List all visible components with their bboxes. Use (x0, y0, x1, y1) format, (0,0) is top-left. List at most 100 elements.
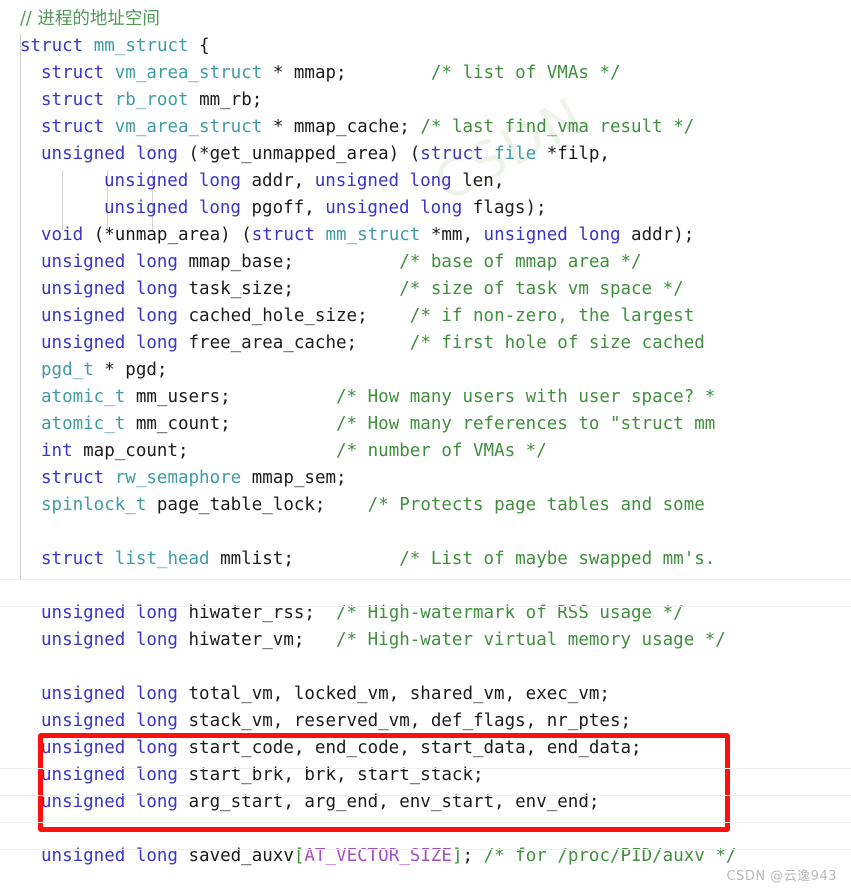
code-token-pln: task_size; (177, 279, 294, 299)
code-token-pln (104, 63, 115, 83)
code-token-pln: { (188, 36, 210, 56)
code-token-pln (347, 63, 431, 83)
code-token-kw: unsigned long (41, 630, 178, 650)
code-token-kw: int (41, 441, 73, 461)
code-token-pln (294, 252, 399, 272)
code-token-pln (484, 144, 495, 164)
code-token-kw: unsigned long (41, 738, 178, 758)
code-token-pln (104, 117, 115, 137)
code-line: unsigned long mmap_base; /* base of mmap… (41, 249, 851, 276)
code-token-com: /* List of maybe swapped mm's. (399, 549, 716, 569)
row-separator (0, 606, 851, 607)
code-token-pln: *filp, (536, 144, 610, 164)
row-separator (0, 768, 851, 769)
code-token-typ: vm_area_struct (114, 117, 263, 137)
code-token-com: /* size of task vm space */ (399, 279, 684, 299)
code-line: unsigned long cached_hole_size; /* if no… (41, 303, 851, 330)
code-token-pln: * pgd; (93, 360, 168, 380)
code-token-pln (325, 495, 367, 515)
code-line: unsigned long free_area_cache; /* first … (41, 330, 851, 357)
code-token-com: /* Protects page tables and some (367, 495, 705, 515)
code-token-com: /* base of mmap area */ (399, 252, 642, 272)
code-token-typ: atomic_t (41, 414, 126, 434)
code-line: unsigned long start_code, end_code, star… (41, 735, 851, 762)
code-token-pln: addr); (620, 225, 695, 245)
code-token-pln (304, 630, 336, 650)
code-token-pln (189, 441, 337, 461)
code-line: unsigned long hiwater_vm; /* High-water … (41, 627, 851, 654)
code-token-pln (294, 549, 399, 569)
code-token-com: /* How many references to "struct mm (336, 414, 716, 434)
code-token-pln (104, 468, 115, 488)
code-token-pln: (*unmap_area) ( (83, 225, 252, 245)
code-line: unsigned long hiwater_rss; /* High-water… (41, 600, 851, 627)
code-token-kw: struct (41, 90, 105, 110)
code-token-pln (231, 414, 336, 434)
code-line: atomic_t mm_count; /* How many reference… (41, 411, 851, 438)
code-token-pln: free_area_cache; (177, 333, 358, 353)
code-token-pln: len, (451, 171, 505, 191)
code-token-typ: mm_struct (325, 225, 421, 245)
code-token-pln: *mm, (420, 225, 484, 245)
code-token-com: /* if non-zero, the largest (409, 306, 695, 326)
code-listing: CSDN // 进程的地址空间 struct mm_struct {struct … (0, 0, 851, 894)
code-token-kw: struct (41, 117, 105, 137)
code-token-pln: * mmap_cache; (262, 117, 410, 137)
code-token-pln (368, 306, 410, 326)
code-token-pln (83, 36, 94, 56)
code-token-typ: mm_struct (93, 36, 189, 56)
code-token-kw: unsigned long (41, 144, 178, 164)
code-token-com: /* list of VMAs */ (430, 63, 621, 83)
code-token-pln: mm_rb; (188, 90, 263, 110)
code-token-kw: void (41, 225, 84, 245)
code-token-pln: mmlist; (209, 549, 294, 569)
indent-guide-level-0 (20, 34, 21, 580)
row-separator (0, 579, 851, 580)
code-token-pln: total_vm, locked_vm, shared_vm, exec_vm; (177, 684, 610, 704)
code-line: struct mm_struct { (20, 33, 851, 60)
code-token-kw: unsigned long (104, 198, 241, 218)
code-line: struct vm_area_struct * mmap; /* list of… (41, 60, 851, 87)
code-token-pln: mmap_sem; (241, 468, 347, 488)
code-token-typ: rb_root (114, 90, 189, 110)
code-token-kw: struct (420, 144, 484, 164)
code-token-kw: unsigned long (325, 198, 463, 218)
code-token-pln: mmap_base; (177, 252, 294, 272)
code-line: unsigned long stack_vm, reserved_vm, def… (41, 708, 851, 735)
row-separator (0, 795, 851, 796)
code-token-kw: unsigned long (41, 333, 178, 353)
code-token-com: /* How many users with user space? * (336, 387, 716, 407)
indent-guide-level-1 (62, 170, 63, 230)
code-token-typ: vm_area_struct (114, 63, 263, 83)
code-token-typ: list_head (114, 549, 210, 569)
code-line: struct vm_area_struct * mmap_cache; /* l… (41, 114, 851, 141)
code-token-pln: hiwater_vm; (177, 630, 305, 650)
code-line: struct rb_root mm_rb; (41, 87, 851, 114)
code-token-kw: unsigned long (104, 171, 241, 191)
code-token-pln (104, 549, 115, 569)
code-line: int map_count; /* number of VMAs */ (41, 438, 851, 465)
code-token-com: /* first hole of size cached (409, 333, 705, 353)
code-line: unsigned long pgoff, unsigned long flags… (104, 195, 851, 222)
code-token-typ: atomic_t (41, 387, 126, 407)
code-token-kw: unsigned long (483, 225, 621, 245)
code-token-kw: struct (251, 225, 315, 245)
code-token-pln (315, 225, 326, 245)
code-token-typ: file (494, 144, 537, 164)
code-token-kw: struct (41, 63, 105, 83)
code-line: unsigned long (*get_unmapped_area) (stru… (41, 141, 851, 168)
code-line: spinlock_t page_table_lock; /* Protects … (41, 492, 851, 519)
code-token-kw: unsigned long (41, 684, 178, 704)
code-token-pln: pgoff, (240, 198, 326, 218)
code-token-pln: * mmap; (262, 63, 347, 83)
code-token-pln (410, 117, 421, 137)
code-token-pln: flags); (462, 198, 547, 218)
code-line: pgd_t * pgd; (41, 357, 851, 384)
code-token-pln (104, 90, 115, 110)
code-token-pln: mm_users; (125, 387, 231, 407)
code-line: struct rw_semaphore mmap_sem; (41, 465, 851, 492)
